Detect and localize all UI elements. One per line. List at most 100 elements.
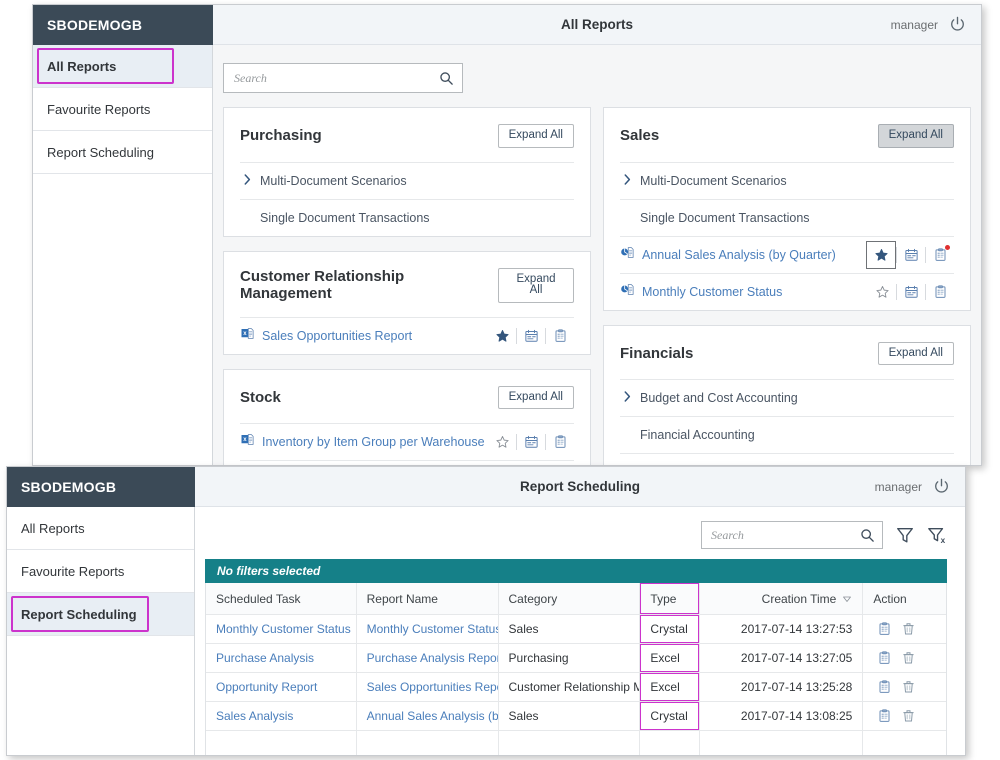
schedule-calendar-icon[interactable]: [904, 247, 919, 263]
report-log-button[interactable]: [546, 323, 574, 349]
schedule-calendar-icon[interactable]: [524, 328, 539, 344]
sidebar-item-favourite-reports[interactable]: Favourite Reports: [7, 550, 194, 593]
chevron-wrap[interactable]: [620, 463, 634, 465]
report-group-row[interactable]: Financial Accounting: [620, 416, 954, 453]
log-clipboard-icon[interactable]: [933, 284, 948, 300]
delete-icon[interactable]: [901, 621, 916, 637]
report-link[interactable]: Sales Opportunities Report: [262, 329, 488, 343]
favourite-toggle[interactable]: [488, 429, 516, 455]
scheduled-task-cell[interactable]: Sales Analysis: [206, 702, 357, 730]
log-clipboard-icon[interactable]: [877, 621, 892, 637]
report-log-button[interactable]: [926, 242, 954, 268]
filter-icon[interactable]: [895, 525, 915, 545]
column-header[interactable]: Action: [863, 583, 946, 614]
sidebar-item-all-reports[interactable]: All Reports: [7, 507, 194, 550]
report-group-row[interactable]: Single Document Transactions: [240, 198, 574, 236]
sidebar-item-all-reports[interactable]: All Reports: [33, 45, 212, 88]
report-row[interactable]: x Inventory by Item Group per Warehouse: [240, 423, 574, 460]
chevron-right-icon[interactable]: [620, 389, 642, 407]
schedule-calendar-icon[interactable]: [904, 284, 919, 300]
report-name-cell[interactable]: Purchase Analysis Report: [357, 644, 499, 672]
search-icon[interactable]: [439, 71, 454, 86]
filter-status-text: No filters selected: [217, 564, 321, 578]
report-group-row[interactable]: Single Document Transactions: [620, 198, 954, 236]
report-row[interactable]: Monthly Customer Status: [620, 272, 954, 310]
star-filled-icon[interactable]: [495, 328, 510, 344]
report-row[interactable]: Stock Valuation Method Report: [240, 460, 574, 465]
report-name-cell[interactable]: Sales Opportunities Report: [357, 673, 499, 701]
search-input[interactable]: Search: [223, 63, 463, 93]
search-input[interactable]: Search: [701, 521, 883, 549]
schedule-calendar-icon[interactable]: [524, 434, 539, 450]
log-clipboard-icon[interactable]: [877, 679, 892, 695]
schedule-button[interactable]: [517, 429, 545, 455]
star-outline-icon[interactable]: [495, 434, 510, 450]
delete-icon[interactable]: [901, 708, 916, 724]
expand-all-button[interactable]: Expand All: [498, 267, 574, 303]
delete-icon[interactable]: [901, 650, 916, 666]
table-row[interactable]: Sales Analysis Annual Sales Analysis (by …: [206, 702, 946, 731]
card-title: Sales: [620, 127, 660, 145]
star-outline-icon[interactable]: [875, 284, 890, 300]
chevron-wrap[interactable]: [620, 172, 634, 190]
column-header[interactable]: Scheduled Task: [206, 583, 357, 614]
scheduled-task-cell[interactable]: Opportunity Report: [206, 673, 357, 701]
schedule-button[interactable]: [897, 242, 925, 268]
log-clipboard-icon[interactable]: [553, 434, 568, 450]
sort-descending-icon[interactable]: [842, 594, 852, 604]
scheduled-task-cell[interactable]: Purchase Analysis: [206, 644, 357, 672]
chevron-right-icon[interactable]: [620, 172, 642, 190]
schedule-button[interactable]: [897, 279, 925, 305]
sidebar-item-report-scheduling[interactable]: Report Scheduling: [7, 593, 194, 636]
chevron-right-icon[interactable]: [620, 463, 642, 465]
log-clipboard-icon[interactable]: [877, 650, 892, 666]
report-log-button[interactable]: [546, 429, 574, 455]
favourite-toggle[interactable]: [866, 240, 896, 269]
table-row[interactable]: Opportunity Report Sales Opportunities Re…: [206, 673, 946, 702]
report-name-cell[interactable]: Annual Sales Analysis (by Q...: [357, 702, 499, 730]
column-header[interactable]: Report Name: [356, 583, 499, 614]
report-group-row[interactable]: Multi-Document Scenarios: [620, 161, 954, 199]
schedule-button[interactable]: [517, 323, 545, 349]
report-row[interactable]: x Sales Opportunities Report: [240, 316, 574, 354]
table-row[interactable]: Purchase Analysis Purchase Analysis Repor…: [206, 644, 946, 673]
report-group-row[interactable]: Management Accounting: [620, 453, 954, 465]
table-row[interactable]: Monthly Customer Status Monthly Customer …: [206, 615, 946, 644]
expand-all-button[interactable]: Expand All: [497, 385, 574, 409]
expand-all-button[interactable]: Expand All: [877, 124, 954, 148]
report-group-row[interactable]: Multi-Document Scenarios: [240, 161, 574, 199]
delete-icon[interactable]: [901, 679, 916, 695]
sidebar-item-favourite-reports[interactable]: Favourite Reports: [33, 88, 212, 131]
report-link[interactable]: Inventory by Item Group per Warehouse: [262, 435, 488, 449]
column-header[interactable]: Category: [498, 583, 641, 614]
log-clipboard-icon[interactable]: [553, 328, 568, 344]
chevron-right-icon[interactable]: [240, 172, 262, 190]
chevron-wrap[interactable]: [620, 389, 634, 407]
report-link[interactable]: Monthly Customer Status: [642, 285, 868, 299]
all-reports-body: All Reports Favourite Reports Report Sch…: [33, 45, 981, 465]
search-icon[interactable]: [860, 528, 875, 543]
column-header[interactable]: Type: [640, 583, 700, 614]
creation-time-cell: 2017-07-14 13:27:53: [700, 615, 864, 643]
log-clipboard-icon[interactable]: [877, 708, 892, 724]
star-filled-icon[interactable]: [874, 247, 889, 263]
chevron-wrap[interactable]: [240, 172, 254, 190]
column-header[interactable]: Creation Time: [699, 583, 864, 614]
expand-all-button[interactable]: Expand All: [497, 124, 574, 148]
report-link[interactable]: Annual Sales Analysis (by Quarter): [642, 248, 866, 262]
favourite-toggle[interactable]: [488, 323, 516, 349]
sidebar-item-report-scheduling[interactable]: Report Scheduling: [33, 131, 212, 174]
cell-text: 2017-07-14 13:25:28: [740, 680, 853, 694]
power-icon[interactable]: [948, 15, 967, 34]
column-header-label: Scheduled Task: [216, 591, 301, 606]
report-row[interactable]: Annual Sales Analysis (by Quarter): [620, 235, 954, 273]
report-group-row[interactable]: Budget and Cost Accounting: [620, 379, 954, 416]
clear-filter-icon[interactable]: x: [927, 525, 947, 545]
scheduled-task-cell[interactable]: Monthly Customer Status: [206, 615, 357, 643]
report-name-cell[interactable]: Monthly Customer Status: [357, 615, 499, 643]
report-log-button[interactable]: [926, 279, 954, 305]
power-icon[interactable]: [932, 477, 951, 496]
report-category-card: Financials Expand All Budget and Cost Acco…: [603, 324, 971, 465]
favourite-toggle[interactable]: [868, 279, 896, 305]
expand-all-button[interactable]: Expand All: [877, 341, 954, 365]
